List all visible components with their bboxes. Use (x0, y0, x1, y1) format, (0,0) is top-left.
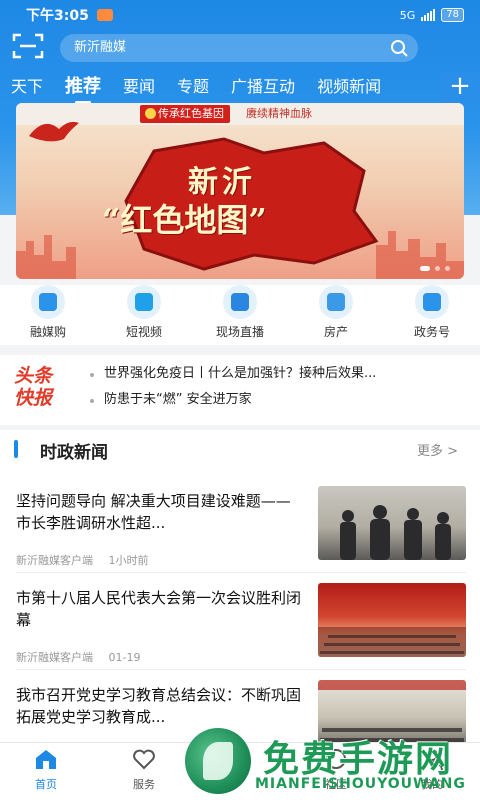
quick-link-realestate[interactable]: 房产 (296, 285, 376, 345)
headline-logo-line1: 头条 (14, 365, 53, 387)
carousel-dots (420, 266, 450, 271)
video-play-icon (127, 285, 161, 319)
news-source: 新沂融媒客户端 (16, 554, 93, 567)
status-time: 下午3:05 (26, 8, 89, 24)
tab-radio[interactable]: 广播互动 (220, 72, 306, 104)
network-label: 5G (399, 8, 416, 22)
quick-link-label: 融媒购 (29, 325, 66, 339)
tab-special[interactable]: 专题 (166, 72, 220, 104)
building-icon (319, 285, 353, 319)
watermark-title: 免费手游网 (263, 739, 454, 780)
congress-hall-photo (318, 627, 466, 657)
status-icons: 5G 78 (400, 8, 464, 22)
nav-home[interactable]: 首页 (16, 747, 76, 792)
headline-list: 世界强化免疫日丨什么是加强针？接种后效果... 防患于未“燃” 安全进万家 (90, 361, 470, 413)
news-thumbnail (318, 486, 466, 560)
news-item[interactable]: 坚持问题导向 解决重大项目建设难题——市长李胜调研水性超... 新沂融媒客户端 … (0, 486, 480, 582)
quick-link-government[interactable]: 政务号 (392, 285, 472, 345)
tab-recommend[interactable]: 推荐 (54, 72, 112, 104)
more-link[interactable]: 更多 > (417, 440, 458, 459)
divider (16, 572, 466, 573)
dove-icon (29, 121, 79, 142)
news-item[interactable]: 市第十八届人民代表大会第一次会议胜利闭幕 新沂融媒客户端 01-19 (0, 583, 480, 679)
carousel-dot[interactable] (445, 266, 450, 271)
search-input[interactable]: 新沂融媒 (60, 34, 418, 62)
camera-icon (223, 285, 257, 319)
divider (16, 669, 466, 670)
search-placeholder: 新沂融媒 (74, 40, 127, 55)
home-icon (36, 750, 56, 769)
people-photo (340, 505, 451, 560)
channel-tabs: 天下 推荐 要闻 专题 广播互动 视频新闻 (0, 72, 480, 104)
search-row: 新沂融媒 (0, 32, 480, 62)
search-icon[interactable] (390, 39, 408, 57)
heart-icon (133, 749, 155, 770)
status-bar: 下午3:05 5G 78 (0, 0, 480, 30)
news-title: 市第十八届人民代表大会第一次会议胜利闭幕 (16, 589, 302, 629)
nav-label: 服务 (133, 778, 155, 791)
shopping-bag-icon (31, 285, 65, 319)
notification-icon (96, 9, 113, 21)
tab-tianxia[interactable]: 天下 (0, 72, 54, 104)
section-title: 时政新闻 (40, 443, 108, 463)
news-title: 我市召开党史学习教育总结会议：不断巩固拓展党史学习教育成... (16, 686, 302, 726)
politics-news-section: 时政新闻 更多 > 坚持问题导向 解决重大项目建设难题——市长李胜调研水性超..… (0, 430, 480, 754)
section-header: 时政新闻 更多 > (0, 430, 480, 470)
watermark-logo-icon (185, 728, 251, 794)
section-accent-bar (14, 440, 18, 458)
quick-link-shop[interactable]: 融媒购 (8, 285, 88, 345)
quick-links: 融媒购 短视频 现场直播 房产 政务号 (0, 285, 480, 345)
news-meta: 新沂融媒客户端 01-19 (16, 649, 140, 665)
quick-link-label: 房产 (323, 325, 348, 339)
quick-link-short-video[interactable]: 短视频 (104, 285, 184, 345)
news-meta: 新沂融媒客户端 1小时前 (16, 552, 149, 568)
government-icon (415, 285, 449, 319)
carousel-dot[interactable] (435, 266, 440, 271)
signal-icon (421, 9, 436, 21)
quick-link-label: 政务号 (413, 325, 450, 339)
headline-logo: 头条 快报 (14, 365, 78, 409)
news-source: 新沂融媒客户端 (16, 651, 93, 664)
news-time: 1小时前 (108, 554, 149, 567)
banner-title-line2: “红色地图” (102, 201, 267, 239)
watermark-subtitle: MIANFEISHOUYOUWANG (255, 776, 466, 792)
tab-headline-news[interactable]: 要闻 (112, 72, 166, 104)
quick-link-live[interactable]: 现场直播 (200, 285, 280, 345)
nav-label: 首页 (35, 778, 57, 791)
scan-icon[interactable] (12, 32, 44, 60)
headline-item[interactable]: 世界强化免疫日丨什么是加强针？接种后效果... (90, 361, 470, 387)
news-title: 坚持问题导向 解决重大项目建设难题——市长李胜调研水性超... (16, 492, 291, 532)
watermark: 免费手游网 MIANFEISHOUYOUWANG (185, 724, 475, 800)
headline-ticker: 头条 快报 世界强化免疫日丨什么是加强针？接种后效果... 防患于未“燃” 安全… (0, 355, 480, 425)
quick-link-label: 现场直播 (215, 325, 264, 339)
quick-link-label: 短视频 (125, 325, 162, 339)
news-time: 01-19 (108, 651, 141, 664)
headline-logo-line2: 快报 (14, 387, 53, 409)
news-thumbnail (318, 583, 466, 657)
tab-video-news[interactable]: 视频新闻 (306, 72, 392, 104)
battery-icon: 78 (441, 8, 464, 22)
add-channel-button[interactable]: + (440, 72, 480, 104)
nav-services[interactable]: 服务 (114, 747, 174, 792)
banner-carousel[interactable]: 传承红色基因 赓续精神血脉 新沂 “红色地图” (16, 103, 464, 279)
carousel-dot[interactable] (420, 266, 430, 271)
party-emblem-icon (145, 108, 156, 119)
banner-badge-2: 赓续精神血脉 (246, 107, 312, 120)
headline-item[interactable]: 防患于未“燃” 安全进万家 (90, 387, 470, 413)
